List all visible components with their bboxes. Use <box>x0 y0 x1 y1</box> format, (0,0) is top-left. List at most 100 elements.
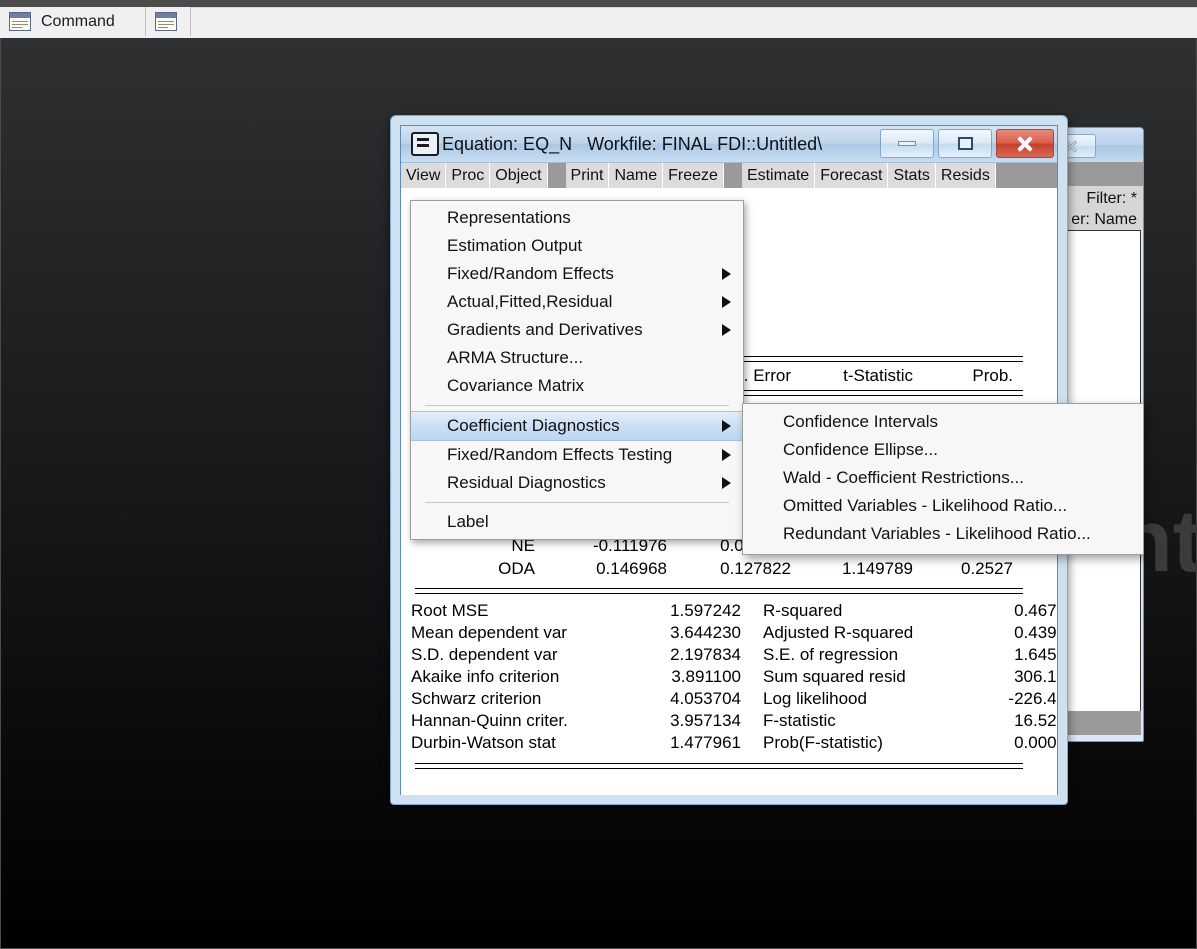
screen: nt Command mple Filter: * er: Name <box>0 0 1197 949</box>
menu-item-label: Gradients and Derivatives <box>447 320 643 340</box>
stats-label-left: Akaike info criterion <box>411 667 641 687</box>
toolbar-button-proc[interactable]: Proc <box>446 163 490 188</box>
stats-value-right: 1.645971 <box>961 645 1057 665</box>
stats-row: S.D. dependent var2.197834S.E. of regres… <box>401 645 1057 667</box>
menu-separator <box>425 405 729 406</box>
taskbar-item-command[interactable]: Command <box>0 7 146 36</box>
menu-item-fixed-random-effects[interactable]: Fixed/Random Effects <box>411 260 743 288</box>
close-icon <box>1016 135 1034 153</box>
view-dropdown-menu[interactable]: Representations Estimation Output Fixed/Ra… <box>410 200 744 540</box>
submenu-item-label: Wald - Coefficient Restrictions... <box>783 468 1024 488</box>
menu-item-label: Fixed/Random Effects Testing <box>447 445 672 465</box>
cell-t-statistic: 1.149789 <box>801 559 913 579</box>
coefficient-table-bottom-rule <box>415 588 1023 594</box>
submenu-item-label: Omitted Variables - Likelihood Ratio... <box>783 496 1067 516</box>
menu-item-label: Estimation Output <box>447 236 582 256</box>
menu-item-label: Fixed/Random Effects <box>447 264 614 284</box>
toolbar-button-estimate[interactable]: Estimate <box>742 163 815 188</box>
eviews-equation-icon <box>411 132 439 156</box>
chevron-right-icon <box>722 420 731 432</box>
submenu-item-confidence-ellipse[interactable]: Confidence Ellipse... <box>743 436 1143 464</box>
stats-value-left: 3.644230 <box>621 623 741 643</box>
taskbar-item-command-label: Command <box>41 13 115 31</box>
menu-item-arma-structure[interactable]: ARMA Structure... <box>411 344 743 372</box>
stats-label-right: Prob(F-statistic) <box>763 733 993 753</box>
toolbar-button-name[interactable]: Name <box>609 163 663 188</box>
stats-value-left: 3.891100 <box>621 667 741 687</box>
stats-label-left: Hannan-Quinn criter. <box>411 711 641 731</box>
stats-value-left: 1.597242 <box>621 601 741 621</box>
stats-label-right: R-squared <box>763 601 993 621</box>
submenu-item-confidence-intervals[interactable]: Confidence Intervals <box>743 408 1143 436</box>
menu-item-label: Actual,Fitted,Residual <box>447 292 612 312</box>
menu-item-covariance-matrix[interactable]: Covariance Matrix <box>411 372 743 400</box>
chevron-right-icon <box>722 296 731 308</box>
menu-item-residual-diagnostics[interactable]: Residual Diagnostics <box>411 469 743 497</box>
equation-title: Equation: EQ_N Workfile: FINAL FDI::Unti… <box>442 134 822 155</box>
stats-label-right: S.E. of regression <box>763 645 993 665</box>
equation-window-controls <box>880 129 1054 158</box>
stats-value-left: 1.477961 <box>621 733 741 753</box>
stats-row: Durbin-Watson stat1.477961 Prob(F-statist… <box>401 733 1057 755</box>
submenu-item-wald-coefficient-restrictions[interactable]: Wald - Coefficient Restrictions... <box>743 464 1143 492</box>
taskbar-item-second[interactable] <box>146 7 191 36</box>
document-icon <box>9 12 31 31</box>
stats-value-right: 16.52902 <box>961 711 1057 731</box>
menu-item-representations[interactable]: Representations <box>411 204 743 232</box>
menu-item-label: ARMA Structure... <box>447 348 583 368</box>
stats-label-right: Sum squared resid <box>763 667 993 687</box>
menu-item-label[interactable]: Label <box>411 508 743 536</box>
submenu-item-label: Confidence Ellipse... <box>783 440 938 460</box>
taskbar: Command <box>0 0 1197 37</box>
submenu-item-omitted-variables-likelihood-ratio[interactable]: Omitted Variables - Likelihood Ratio... <box>743 492 1143 520</box>
stats-row: Root MSE1.597242R-squared0.467419 <box>401 601 1057 623</box>
menu-item-label: Coefficient Diagnostics <box>447 416 620 436</box>
stats-value-left: 2.197834 <box>621 645 741 665</box>
submenu-item-label: Redundant Variables - Likelihood Ratio..… <box>783 524 1091 544</box>
equation-titlebar[interactable]: Equation: EQ_N Workfile: FINAL FDI::Unti… <box>401 126 1057 163</box>
equation-maximize-button[interactable] <box>938 129 992 158</box>
toolbar-button-object[interactable]: Object <box>490 163 547 188</box>
chevron-right-icon <box>722 324 731 336</box>
stats-row: Hannan-Quinn criter.3.957134F-statistic1… <box>401 711 1057 733</box>
minimize-icon <box>898 141 916 146</box>
header-prob: Prob. <box>923 366 1013 386</box>
toolbar-separator <box>548 163 566 188</box>
stats-value-right: -226.4660 <box>961 689 1057 709</box>
menu-item-fixed-random-effects-testing[interactable]: Fixed/Random Effects Testing <box>411 441 743 469</box>
toolbar-button-resids[interactable]: Resids <box>936 163 996 188</box>
stats-label-left: Durbin-Watson stat <box>411 733 641 753</box>
equation-minimize-button[interactable] <box>880 129 934 158</box>
stats-bottom-rule <box>415 763 1023 769</box>
stats-row: Mean dependent var3.644230Adjusted R-squ… <box>401 623 1057 645</box>
chevron-right-icon <box>722 477 731 489</box>
toolbar-button-stats[interactable]: Stats <box>888 163 935 188</box>
toolbar-button-freeze[interactable]: Freeze <box>663 163 724 188</box>
cell-variable: ODA <box>425 559 535 579</box>
menu-item-label: Residual Diagnostics <box>447 473 606 493</box>
menu-item-label: Representations <box>447 208 571 228</box>
toolbar-button-view[interactable]: View <box>401 163 446 188</box>
stats-value-right: 0.439140 <box>961 623 1057 643</box>
stats-value-left: 3.957134 <box>621 711 741 731</box>
document-icon <box>155 12 177 31</box>
menu-item-estimation-output[interactable]: Estimation Output <box>411 232 743 260</box>
stats-value-left: 4.053704 <box>621 689 741 709</box>
submenu-item-redundant-variables-likelihood-ratio[interactable]: Redundant Variables - Likelihood Ratio..… <box>743 520 1143 548</box>
toolbar-button-forecast[interactable]: Forecast <box>815 163 888 188</box>
header-t-statistic: t-Statistic <box>801 366 913 386</box>
toolbar-button-print[interactable]: Print <box>566 163 610 188</box>
coefficient-diagnostics-submenu[interactable]: Confidence Intervals Confidence Ellipse..… <box>742 403 1144 555</box>
stats-value-right: 0.467419 <box>961 601 1057 621</box>
cell-coefficient: 0.146968 <box>551 559 667 579</box>
menu-item-label: Label <box>447 512 489 532</box>
menu-item-actual-fitted-residual[interactable]: Actual,Fitted,Residual <box>411 288 743 316</box>
stats-label-left: Mean dependent var <box>411 623 641 643</box>
menu-item-gradients-and-derivatives[interactable]: Gradients and Derivatives <box>411 316 743 344</box>
maximize-icon <box>958 137 973 150</box>
menu-item-coefficient-diagnostics[interactable]: Coefficient Diagnostics <box>411 411 743 441</box>
chevron-right-icon <box>722 449 731 461</box>
chevron-right-icon <box>722 268 731 280</box>
equation-close-button[interactable] <box>996 129 1054 158</box>
cell-std-error: 0.127822 <box>681 559 791 579</box>
